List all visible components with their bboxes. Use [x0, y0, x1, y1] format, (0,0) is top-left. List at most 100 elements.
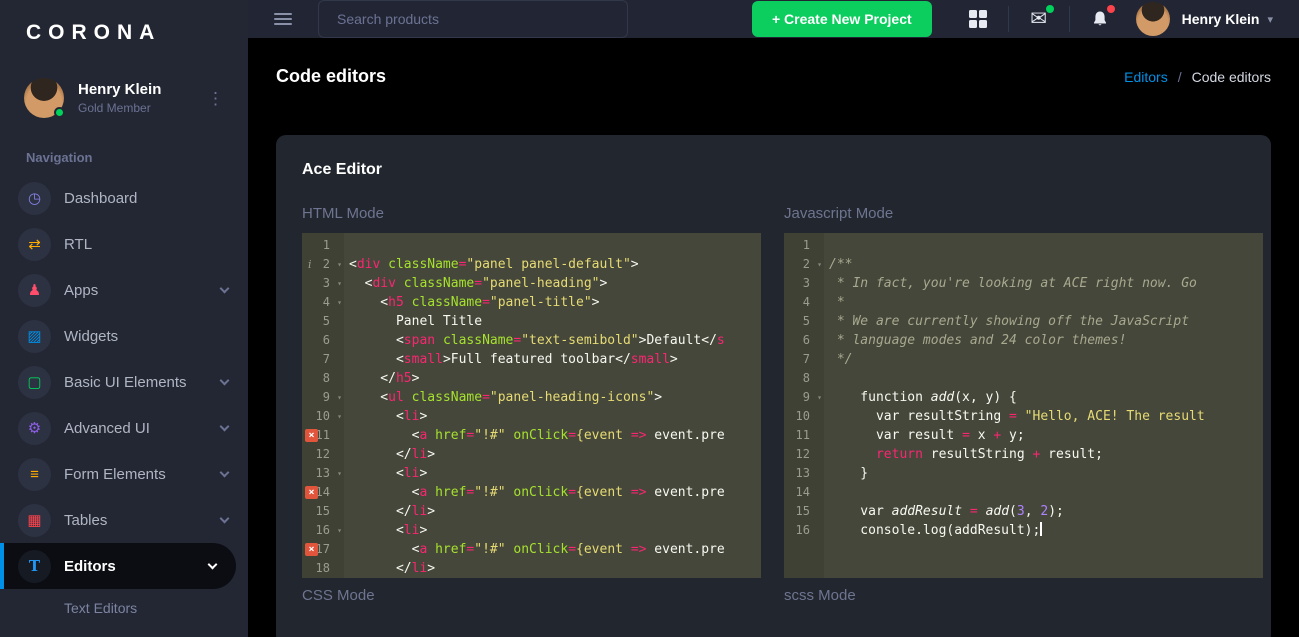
line-number: 1	[323, 238, 330, 252]
sidebar-profile[interactable]: Henry Klein Gold Member ⋮	[0, 66, 248, 138]
sidebar-subitem-text-editors[interactable]: Text Editors	[0, 589, 248, 627]
line-number: 7	[803, 352, 810, 366]
fold-caret-icon: ▾	[337, 255, 342, 274]
main-area: + Create New Project ✉ Henry Klein ▾	[248, 0, 1299, 637]
line-number: 4	[323, 295, 330, 309]
code-line: * We are currently showing off the JavaS…	[824, 312, 1263, 331]
editor-label-css: CSS Mode	[302, 587, 761, 604]
speedometer-icon: ◷	[18, 182, 51, 215]
code-line: * language modes and 24 color themes!	[824, 331, 1263, 350]
code-line: <ul className="panel-heading-icons">	[344, 388, 761, 407]
sidebar-item-apps[interactable]: ♟ Apps	[0, 267, 248, 313]
ace-editor-javascript[interactable]: 12▾3456789▾10111213141516/** * In fact, …	[784, 233, 1263, 578]
page-title: Code editors	[276, 66, 386, 87]
hamburger-menu-icon[interactable]	[274, 10, 292, 28]
notification-badge	[1107, 5, 1115, 13]
code-line: <span className="text-semibold">Default<…	[344, 331, 761, 350]
line-number: 13	[796, 466, 810, 480]
code-line: <li>	[344, 464, 761, 483]
profile-role: Gold Member	[78, 101, 161, 115]
divider	[1008, 6, 1009, 32]
code-line	[824, 369, 1263, 388]
profile-name: Henry Klein	[78, 81, 161, 98]
line-number: 6	[803, 333, 810, 347]
sidebar-item-basic-ui-elements[interactable]: ▢Basic UI Elements	[0, 359, 248, 405]
sidebar-item-label: Editors	[64, 558, 116, 575]
line-number: 16	[796, 523, 810, 537]
code-line: <small>Full featured toolbar</small>	[344, 350, 761, 369]
line-number: 1	[803, 238, 810, 252]
laptop-icon: ▢	[18, 366, 51, 399]
chevron-down-icon	[220, 283, 230, 293]
sidebar-item-widgets[interactable]: ▨Widgets	[0, 313, 248, 359]
code-line: <h5 className="panel-title">	[344, 293, 761, 312]
line-number: 5	[803, 314, 810, 328]
sidebar-nav: ◷ Dashboard ⇄RTL ♟ Apps ▨Widgets▢Basic UI Ele…	[0, 175, 248, 627]
card-title: Ace Editor	[302, 161, 1263, 179]
ace-editor-html[interactable]: 1i2▾3▾4▾56789▾10▾×111213▾×141516▾×1718<d…	[302, 233, 761, 578]
code-line: <a href="!#" onClick={event => event.pre	[344, 483, 761, 502]
brand-logo[interactable]: CORONA	[0, 0, 248, 66]
app-window: CORONA Henry Klein Gold Member ⋮ Navigat…	[0, 0, 1299, 637]
messages-icon[interactable]: ✉	[1027, 7, 1051, 31]
line-number: 16	[316, 523, 330, 537]
code-line: var result = x + y;	[824, 426, 1263, 445]
sidebar-item-advanced-ui[interactable]: ⚙ Advanced UI	[0, 405, 248, 451]
chevron-down-icon[interactable]: ▾	[1267, 13, 1273, 26]
error-annotation-icon: ×	[305, 486, 318, 499]
user-avatar[interactable]	[1136, 2, 1170, 36]
line-number: 18	[316, 561, 330, 575]
profile-menu-icon[interactable]: ⋮	[201, 86, 230, 111]
breadcrumb: Editors / Code editors	[1124, 69, 1271, 85]
user-menu[interactable]: Henry Klein	[1182, 11, 1260, 27]
code-line: </li>	[344, 502, 761, 521]
code-line: <li>	[344, 521, 761, 540]
top-navbar: + Create New Project ✉ Henry Klein ▾	[248, 0, 1299, 38]
code-line: </li>	[344, 559, 761, 578]
sidebar-item-label: Advanced UI	[64, 420, 150, 437]
info-annotation-icon: i	[308, 255, 312, 274]
line-number: 15	[796, 504, 810, 518]
sidebar-item-label: Form Elements	[64, 466, 166, 483]
notifications-bell-icon[interactable]	[1088, 7, 1112, 31]
online-status-dot	[54, 107, 65, 118]
breadcrumb-link[interactable]: Editors	[1124, 69, 1168, 85]
code-line: <li>	[344, 407, 761, 426]
editor-code: <div className="panel panel-default"> <d…	[344, 233, 761, 578]
fold-caret-icon: ▾	[337, 464, 342, 483]
search-input[interactable]	[318, 0, 628, 38]
sidebar-item-label: RTL	[64, 236, 92, 253]
apps-grid-icon[interactable]	[966, 7, 990, 31]
line-number: 3	[803, 276, 810, 290]
sidebar-item-label: Dashboard	[64, 190, 137, 207]
code-line: <div className="panel-heading">	[344, 274, 761, 293]
editor-label-html: HTML Mode	[302, 205, 761, 222]
sidebar-item-rtl[interactable]: ⇄RTL	[0, 221, 248, 267]
code-line	[824, 540, 1263, 559]
sidebar-item-form-elements[interactable]: ≡ Form Elements	[0, 451, 248, 497]
code-line: <a href="!#" onClick={event => event.pre	[344, 540, 761, 559]
code-line: */	[824, 350, 1263, 369]
line-number: 9	[323, 390, 330, 404]
line-number: 6	[323, 333, 330, 347]
gear-icon: ⚙	[18, 412, 51, 445]
fold-caret-icon: ▾	[337, 293, 342, 312]
sidebar-item-dashboard[interactable]: ◷ Dashboard	[0, 175, 248, 221]
editor-gutter: 1i2▾3▾4▾56789▾10▾×111213▾×141516▾×1718	[302, 233, 344, 578]
line-number: 13	[316, 466, 330, 480]
list-icon: ≡	[18, 458, 51, 491]
code-line: *	[824, 293, 1263, 312]
ace-editor-card: Ace Editor HTML Mode Javascript Mode 1i2…	[276, 135, 1271, 637]
sidebar-item-editors[interactable]: TEditors	[0, 543, 236, 589]
line-number: 2	[803, 257, 810, 271]
sidebar-item-label: Apps	[64, 282, 98, 299]
fold-caret-icon: ▾	[337, 274, 342, 293]
code-line	[824, 559, 1263, 578]
sidebar-item-tables[interactable]: ▦Tables	[0, 497, 248, 543]
create-new-project-button[interactable]: + Create New Project	[752, 1, 932, 37]
fold-caret-icon: ▾	[817, 388, 822, 407]
error-annotation-icon: ×	[305, 543, 318, 556]
person-icon: ♟	[18, 274, 51, 307]
line-number: 14	[796, 485, 810, 499]
editor-code: /** * In fact, you're looking at ACE rig…	[824, 233, 1263, 578]
